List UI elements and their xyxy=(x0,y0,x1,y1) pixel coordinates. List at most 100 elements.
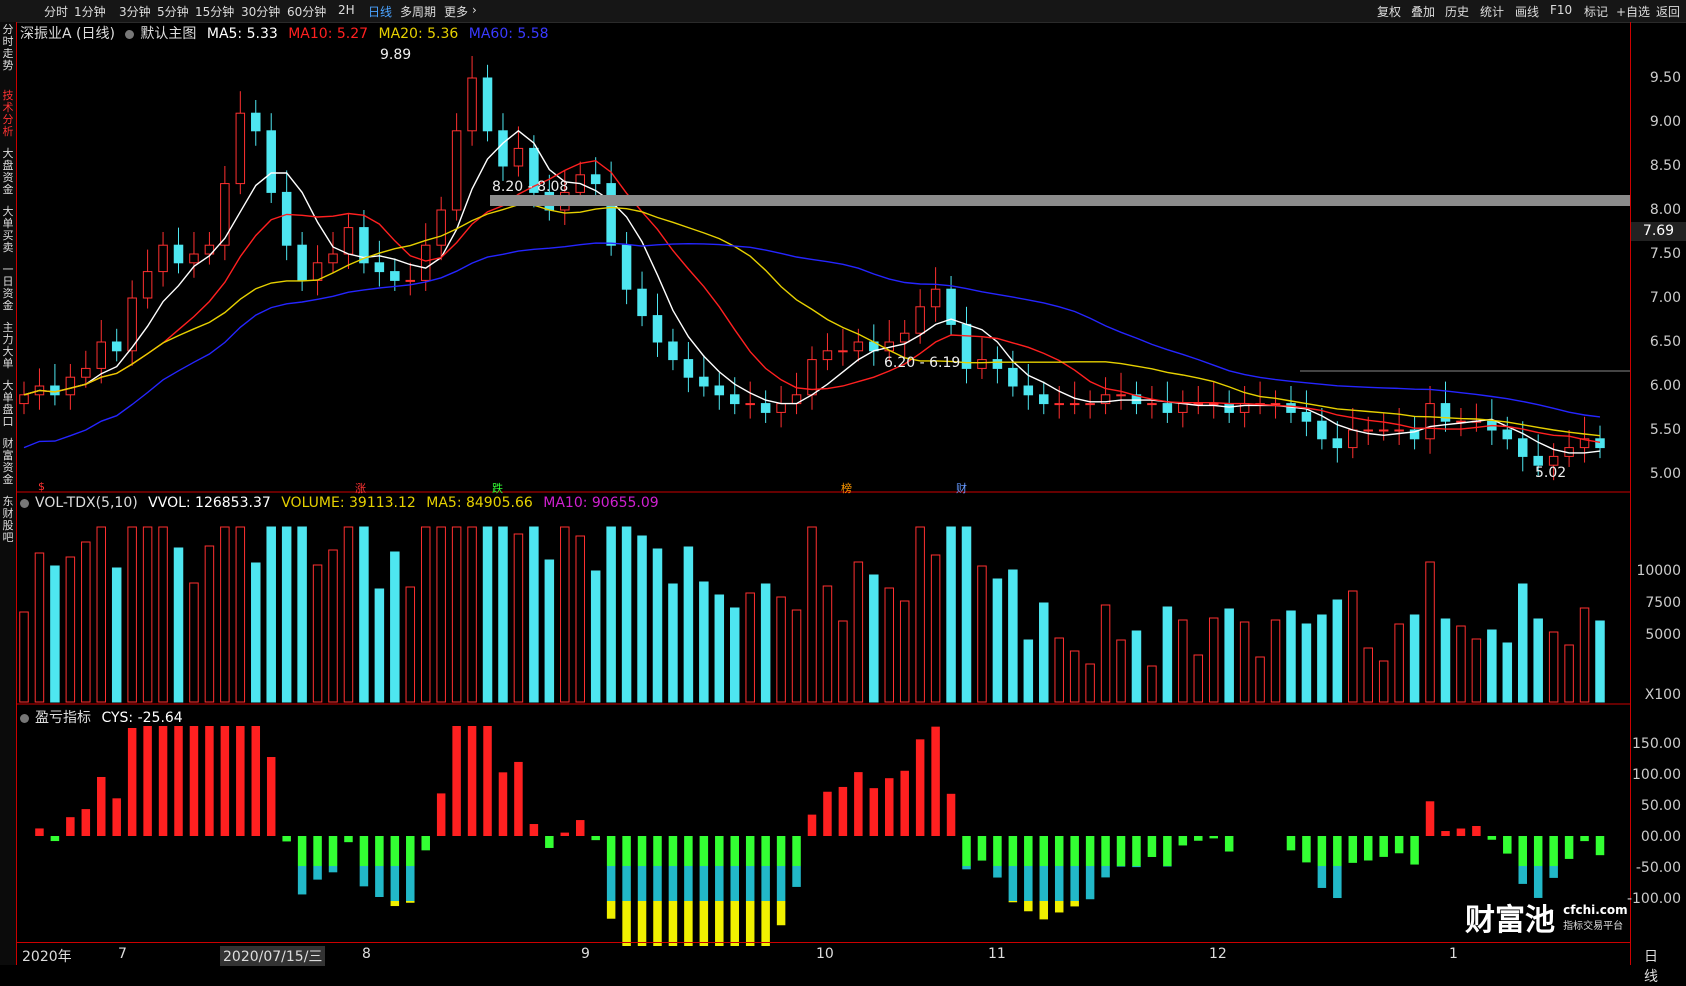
marker-zhang[interactable]: 涨 xyxy=(355,480,366,496)
volume-bar xyxy=(158,526,168,703)
marker-dollar[interactable]: $ xyxy=(38,480,45,493)
volume-bar xyxy=(791,609,802,703)
volume-bar xyxy=(606,526,616,703)
candle-body xyxy=(930,288,941,308)
cys-bar-negative xyxy=(1054,901,1064,913)
candle-body xyxy=(343,227,354,255)
volume-bar xyxy=(189,582,199,703)
volume-bar xyxy=(1100,604,1111,703)
volume-bar xyxy=(760,583,771,703)
cys-bar-negative xyxy=(699,866,709,901)
candle-body xyxy=(173,244,184,264)
cys-bar-negative xyxy=(297,866,307,895)
volume-bar xyxy=(1471,638,1482,703)
volume-bar xyxy=(1147,665,1157,703)
volume-bar xyxy=(1239,621,1250,703)
volume-bar xyxy=(729,607,740,703)
cys-bar-negative xyxy=(359,866,369,887)
cys-bar-negative xyxy=(1333,866,1342,899)
vol-tick: 7500 xyxy=(1645,595,1681,611)
cys-bar-positive xyxy=(838,786,848,836)
volume-bar xyxy=(127,526,137,703)
candle-body xyxy=(838,350,848,353)
cys-bar-positive xyxy=(127,728,137,836)
cys-bar-negative xyxy=(1039,901,1049,920)
candle-body xyxy=(1533,455,1543,466)
cys-bar-positive xyxy=(869,788,879,836)
candle-body xyxy=(699,376,709,387)
volume-bar xyxy=(1008,569,1018,703)
ma60-line xyxy=(23,242,1601,449)
cys-bar-positive xyxy=(529,824,539,836)
cys-tick: -50.00 xyxy=(1635,860,1681,876)
volume-bar xyxy=(1378,660,1389,703)
candle-body xyxy=(111,341,122,352)
cys-tick: -100.00 xyxy=(1626,891,1681,907)
candle-body xyxy=(328,253,338,264)
cys-bar-negative xyxy=(776,836,786,866)
cys-bar-negative xyxy=(1008,836,1018,866)
cys-bar-negative xyxy=(637,866,647,901)
volume-bar xyxy=(1409,614,1420,703)
date-axis: 2020年 7 2020/07/15/三 8 9 10 11 12 1 日线 xyxy=(16,942,1658,985)
candle-body xyxy=(1116,394,1126,397)
price-tick: 8.00 xyxy=(1649,202,1681,218)
date-label: 11 xyxy=(988,946,1006,962)
cys-bar-positive xyxy=(81,809,91,836)
cys-bar-positive xyxy=(575,820,585,836)
volume-bar xyxy=(930,554,941,703)
candle-body xyxy=(281,191,292,246)
volume-bar xyxy=(1131,630,1142,703)
cys-bar-negative xyxy=(545,836,554,848)
cys-bar-negative xyxy=(1194,836,1203,841)
cys-bar-negative xyxy=(653,901,662,946)
volume-bar xyxy=(297,526,307,703)
candle-body xyxy=(65,376,76,396)
price-tick: 5.50 xyxy=(1649,422,1681,438)
vol-unit: X100 xyxy=(1644,687,1681,703)
date-label: 2020年 xyxy=(22,949,72,965)
marker-bang[interactable]: 榜 xyxy=(841,480,852,496)
candle-body xyxy=(745,403,755,406)
cys-bar-negative xyxy=(715,866,724,901)
volume-bar xyxy=(142,526,153,703)
candle-body xyxy=(606,183,616,246)
cys-bar-negative xyxy=(1085,836,1095,866)
cys-bar-positive xyxy=(436,793,446,836)
cys-bar-negative xyxy=(1132,836,1141,866)
cys-bar-negative xyxy=(962,866,971,870)
candle-body xyxy=(436,209,446,246)
cys-bar-negative xyxy=(406,836,415,866)
candle-body xyxy=(19,394,29,405)
cys-bar-negative xyxy=(745,866,755,901)
cys-bar-negative xyxy=(1394,836,1404,854)
volume-bar xyxy=(977,565,987,703)
candle-body xyxy=(420,244,431,281)
cys-bar-positive xyxy=(915,739,925,836)
marker-cai[interactable]: 财 xyxy=(956,480,967,496)
cys-bar-positive xyxy=(854,772,863,836)
cys-bar-negative xyxy=(606,866,616,901)
volume-bar xyxy=(390,551,400,703)
marker-die[interactable]: 跌 xyxy=(492,480,503,496)
cys-bar-negative xyxy=(406,901,415,903)
volume-bar xyxy=(668,583,678,703)
logo-brand: 财富池 xyxy=(1465,903,1555,938)
candle-body xyxy=(467,77,477,132)
cys-bar-positive xyxy=(251,726,261,836)
cys-bar-negative xyxy=(776,866,786,901)
volume-bar xyxy=(405,586,416,703)
volume-bar xyxy=(1425,561,1435,703)
cys-bar-negative xyxy=(1178,836,1188,846)
cys-bar-negative xyxy=(390,866,400,901)
candle-body xyxy=(297,244,307,281)
candle-body xyxy=(590,174,601,185)
cys-bar-negative xyxy=(776,901,786,926)
cys-bar-negative xyxy=(328,866,338,873)
candle-body xyxy=(235,112,246,185)
volume-bar xyxy=(590,570,601,703)
cys-bar-negative xyxy=(1054,866,1064,901)
date-label: 12 xyxy=(1209,946,1227,962)
cys-bar-negative xyxy=(668,866,678,901)
candle-body xyxy=(1348,429,1358,449)
